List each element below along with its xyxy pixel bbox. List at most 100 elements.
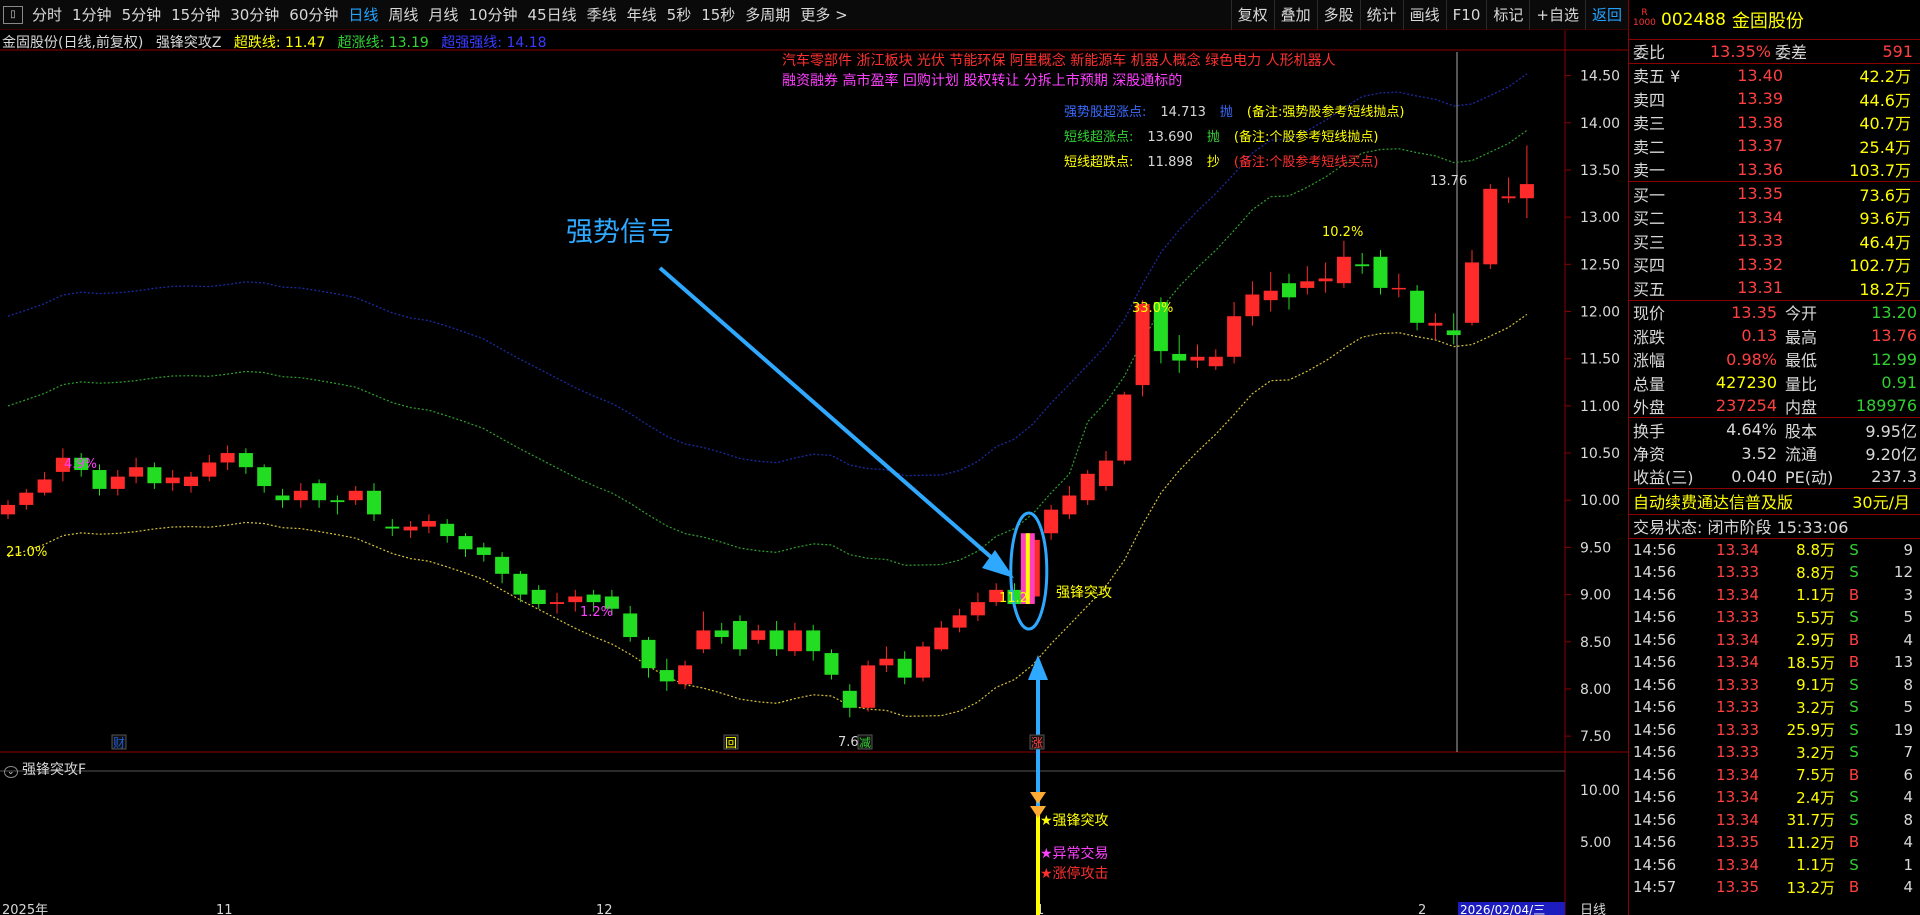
signal-label: 短线超涨点: bbox=[1064, 130, 1134, 145]
candle-body bbox=[367, 490, 381, 515]
period-tab-15[interactable]: 多周期 bbox=[740, 0, 795, 30]
chevron-down-icon[interactable]: ⌄ bbox=[4, 766, 18, 778]
indicator-name[interactable]: 强锋突攻Z bbox=[156, 35, 222, 51]
right-toolbar: 复权 叠加 多股 统计 画线 F10 标记 +自选 返回 bbox=[1230, 0, 1628, 30]
tool-button-8[interactable]: 返回 bbox=[1584, 0, 1628, 30]
tool-button-5[interactable]: F10 bbox=[1445, 0, 1487, 30]
quote-stat-row: 现价 13.35 今开 13.20 bbox=[1633, 302, 1917, 324]
order-book-row[interactable]: 卖三 13.38 40.7万 bbox=[1629, 111, 1920, 135]
ad-banner[interactable]: 自动续费通达信普及版 30元/月 bbox=[1629, 489, 1920, 515]
price-tick-label: 14.50 bbox=[1580, 69, 1620, 85]
candle-body bbox=[513, 573, 528, 595]
price-tick-label: 9.50 bbox=[1580, 540, 1611, 556]
period-tab-2[interactable]: 5分钟 bbox=[117, 0, 167, 30]
candle-body bbox=[1300, 281, 1315, 288]
quote-panel: R 1000 002488 金固股份 委比 13.35% 委差 591 卖五 ¥13.4… bbox=[1628, 0, 1920, 915]
date-label: 2 bbox=[1418, 903, 1426, 915]
period-tab-11[interactable]: 季线 bbox=[582, 0, 622, 30]
quote-stat-row: 涨跌 0.13 最高 13.76 bbox=[1633, 326, 1917, 347]
candle-body bbox=[787, 630, 802, 652]
order-book-row[interactable]: 买五 13.31 18.2万 bbox=[1629, 276, 1920, 300]
order-book-row[interactable]: 卖四 13.39 44.6万 bbox=[1629, 87, 1920, 111]
candle-body bbox=[421, 520, 436, 527]
candle-body bbox=[1428, 322, 1443, 326]
order-book-row[interactable]: 卖一 13.36 103.7万 bbox=[1629, 158, 1920, 182]
tool-button-2[interactable]: 多股 bbox=[1316, 0, 1360, 30]
candle-body bbox=[531, 589, 546, 605]
arrow-head-up bbox=[1028, 655, 1048, 680]
candle-body bbox=[275, 495, 290, 501]
tick-row: 14:56 13.34 1.1万 B 3 bbox=[1633, 585, 1913, 605]
period-tab-9[interactable]: 10分钟 bbox=[463, 0, 522, 30]
period-tab-8[interactable]: 月线 bbox=[423, 0, 463, 30]
tool-button-0[interactable]: 复权 bbox=[1230, 0, 1274, 30]
price-mark: 11.2 bbox=[999, 591, 1028, 606]
candle-body bbox=[458, 536, 473, 550]
period-tabs: 分时 1分钟 5分钟 15分钟 30分钟 60分钟 日线 周线 月线 10分钟 45日线 季线 年线 5秒… bbox=[27, 0, 853, 29]
order-book-row[interactable]: 买二 13.34 93.6万 bbox=[1629, 206, 1920, 230]
period-tab-1[interactable]: 1分钟 bbox=[67, 0, 117, 30]
order-book-row[interactable]: 买四 13.32 102.7万 bbox=[1629, 253, 1920, 277]
order-book-row[interactable]: 卖二 13.37 25.4万 bbox=[1629, 134, 1920, 158]
period-tab-6[interactable]: 日线 bbox=[343, 0, 383, 30]
candle-body bbox=[403, 526, 418, 531]
period-tab-13[interactable]: 5秒 bbox=[662, 0, 697, 30]
tool-button-7[interactable]: +自选 bbox=[1529, 0, 1585, 30]
candle-body bbox=[659, 670, 674, 682]
period-tab-5[interactable]: 60分钟 bbox=[284, 0, 343, 30]
event-marker: 减 bbox=[859, 736, 871, 750]
period-tab-3[interactable]: 15分钟 bbox=[166, 0, 225, 30]
signal-note: (备注:个股参考短线抛点) bbox=[1233, 130, 1379, 145]
period-tab-7[interactable]: 周线 bbox=[383, 0, 423, 30]
annotation-arrow bbox=[658, 266, 1002, 567]
tick-row: 14:56 13.33 25.9万 S 19 bbox=[1633, 720, 1913, 740]
candle-body bbox=[1080, 473, 1095, 501]
strong-line-label: 超强强线: 14.18 bbox=[441, 35, 547, 51]
candle-body bbox=[1227, 316, 1242, 357]
candle-body bbox=[1318, 278, 1333, 282]
panel-toggle-icon[interactable]: ▯ bbox=[3, 5, 23, 24]
tick-row: 14:56 13.33 9.1万 S 8 bbox=[1633, 675, 1913, 695]
period-toolbar: ▯ 分时 1分钟 5分钟 15分钟 30分钟 60分钟 日线 周线 月线 10分钟 45日线 季线 年线… bbox=[0, 0, 1628, 30]
quote-stat-row: 涨幅 0.98% 最低 12.99 bbox=[1633, 349, 1917, 371]
candle-body bbox=[550, 602, 564, 605]
chart-area[interactable]: 14.50 14.00 13.50 13.00 12.50 12.00 11.50 11.00… bbox=[0, 30, 1628, 915]
candle-body bbox=[37, 479, 52, 493]
ask-book: 卖五 ¥13.40 42.2万 卖四 13.39 44.6万 卖三 13.38 40.7万 卖二… bbox=[1629, 64, 1920, 182]
tool-button-6[interactable]: 标记 bbox=[1486, 0, 1529, 30]
candle-body bbox=[769, 630, 784, 650]
candle-body bbox=[1465, 262, 1479, 323]
tick-row: 14:56 13.34 2.4万 S 4 bbox=[1633, 788, 1913, 807]
period-tab-12[interactable]: 年线 bbox=[622, 0, 662, 30]
cursor-date: 2026/02/04/三 bbox=[1460, 903, 1545, 915]
sub-chart-title: ⌄ 强锋突攻F bbox=[4, 759, 86, 779]
period-tab-14[interactable]: 15秒 bbox=[696, 0, 740, 30]
candle-body bbox=[751, 630, 766, 640]
period-tab-16[interactable]: 更多 > bbox=[795, 0, 852, 30]
tool-button-4[interactable]: 画线 bbox=[1402, 0, 1446, 30]
candle-body bbox=[19, 492, 34, 505]
order-book-row[interactable]: 卖五 ¥13.40 42.2万 bbox=[1629, 64, 1920, 88]
tool-button-1[interactable]: 叠加 bbox=[1273, 0, 1317, 30]
period-tab-0[interactable]: 分时 bbox=[27, 0, 67, 30]
oversold-band-line bbox=[7, 313, 1528, 717]
candle-body bbox=[330, 500, 345, 503]
order-book-row[interactable]: 买一 13.35 73.6万 bbox=[1629, 182, 1920, 206]
pct-label: 21.0% bbox=[6, 545, 47, 560]
period-tab-10[interactable]: 45日线 bbox=[523, 0, 582, 30]
event-marker: 财 bbox=[113, 736, 125, 750]
price-tick-label: 13.00 bbox=[1580, 210, 1620, 226]
price-tick-label: 12.50 bbox=[1580, 257, 1620, 273]
price-tick-label: 12.00 bbox=[1580, 304, 1620, 320]
order-book-row[interactable]: 买三 13.33 46.4万 bbox=[1629, 229, 1920, 253]
candle-body bbox=[879, 658, 894, 666]
candle-body bbox=[1, 504, 15, 515]
period-tab-4[interactable]: 30分钟 bbox=[225, 0, 284, 30]
tool-button-3[interactable]: 统计 bbox=[1359, 0, 1403, 30]
candle-body bbox=[312, 483, 327, 501]
quote-stat-row: 换手 4.64% 股本 9.95亿 bbox=[1633, 420, 1917, 441]
signal-value: 11.898 bbox=[1147, 155, 1193, 170]
concept-line-1: 汽车零部件 浙江板块 光伏 节能环保 阿里概念 新能源车 机器人概念 绿色电力 … bbox=[782, 53, 1336, 69]
sub-chart-label: ★异常交易 bbox=[1040, 846, 1109, 862]
candle-body bbox=[1044, 509, 1059, 534]
